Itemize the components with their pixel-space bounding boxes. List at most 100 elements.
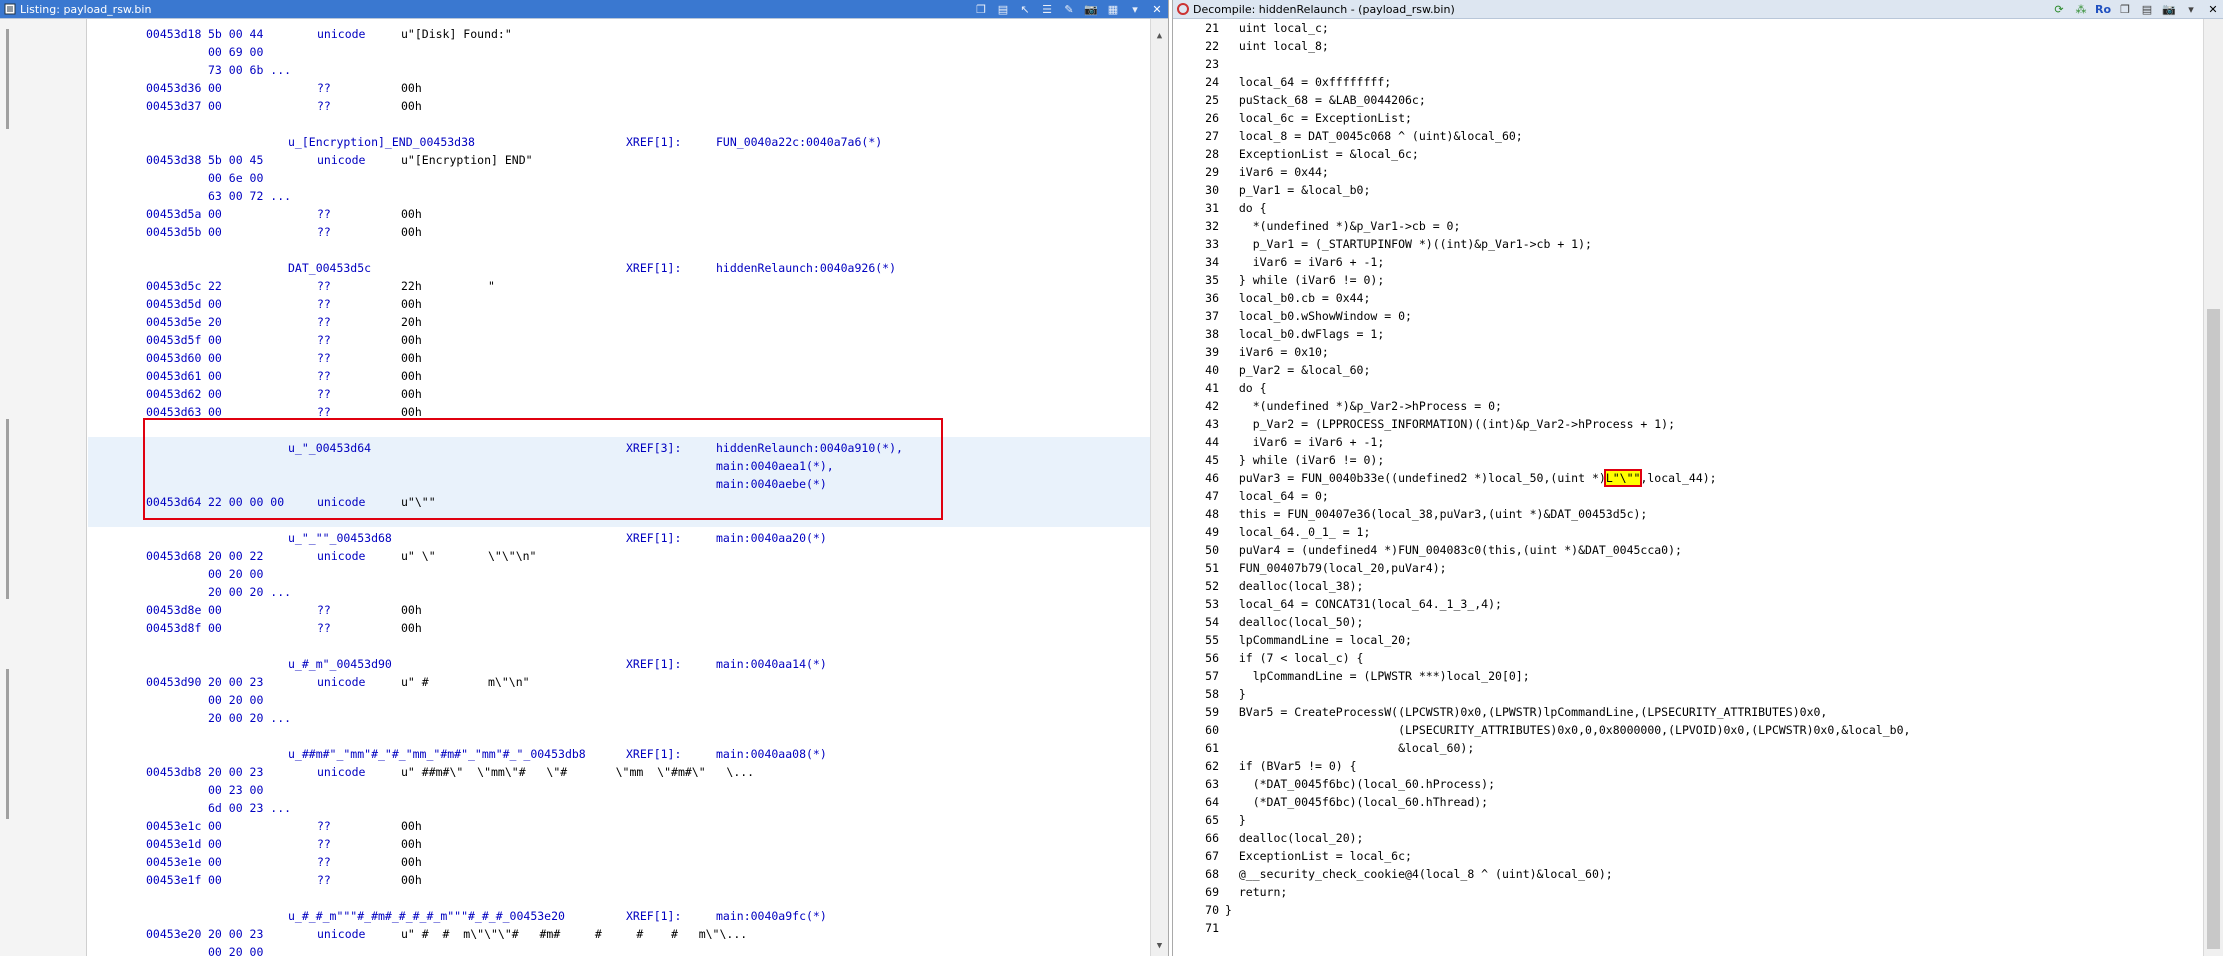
graph-icon[interactable]: ⁂ [2073, 2, 2089, 16]
code-line[interactable]: 71 [1197, 919, 2202, 937]
listing-row[interactable]: 00453d8f 00?? 00h [88, 619, 1150, 637]
listing-row[interactable]: 00453d37 00?? 00h [88, 97, 1150, 115]
scroll-down-icon[interactable]: ▼ [1151, 939, 1168, 953]
code-line[interactable]: 48 this = FUN_00407e36(local_38,puVar3,(… [1197, 505, 2202, 523]
code-line[interactable]: 58 } [1197, 685, 2202, 703]
listing-row[interactable]: 00453d5c 22?? 22h " [88, 277, 1150, 295]
code-line[interactable]: 52 dealloc(local_38); [1197, 577, 2202, 595]
scroll-up-icon[interactable]: ▲ [1151, 29, 1168, 43]
code-line[interactable]: 40 p_Var2 = &local_60; [1197, 361, 2202, 379]
listing-label-row[interactable]: DAT_00453d5c XREF[1]: hiddenRelaunch:0040a… [88, 259, 1150, 277]
listing-row[interactable]: 00453d5b 00?? 00h [88, 223, 1150, 241]
listing-row[interactable]: 00453d90 20 00 23 unicode u" # m\"\n" [88, 673, 1150, 691]
cursor-icon[interactable]: ↖ [1017, 2, 1033, 16]
code-line[interactable]: 32 *(undefined *)&p_Var1->cb = 0; [1197, 217, 2202, 235]
listing-row[interactable]: 00453d62 00?? 00h [88, 385, 1150, 403]
listing-row[interactable]: 00453e20 20 00 23 unicode u" # # m\"\"\"# #… [88, 925, 1150, 943]
code-line[interactable]: 68 @__security_check_cookie@4(local_8 ^ … [1197, 865, 2202, 883]
listing-row[interactable]: 00453e1e 00?? 00h [88, 853, 1150, 871]
refresh-icon[interactable]: ⟳ [2051, 2, 2067, 16]
listing-row[interactable]: 00 69 00 [88, 43, 1150, 61]
listing-scrollbar[interactable]: ▲ ▼ [1150, 19, 1168, 956]
copy-icon[interactable]: ❐ [973, 2, 989, 16]
code-line[interactable]: 43 p_Var2 = (LPPROCESS_INFORMATION)((int… [1197, 415, 2202, 433]
listing-label-row[interactable]: u_#_#_m"""#_#m#_#_#_#_m"""#_#_#_00453e20… [88, 907, 1150, 925]
listing-row[interactable]: 00 20 00 [88, 691, 1150, 709]
code-line[interactable]: 38 local_b0.dwFlags = 1; [1197, 325, 2202, 343]
listing-row[interactable]: 00 20 00 [88, 943, 1150, 956]
listing-row[interactable]: 00453e1c 00?? 00h [88, 817, 1150, 835]
listing-row[interactable]: 00453d61 00?? 00h [88, 367, 1150, 385]
code-line[interactable]: 24 local_64 = 0xffffffff; [1197, 73, 2202, 91]
code-line[interactable]: 31 do { [1197, 199, 2202, 217]
code-line[interactable]: 66 dealloc(local_20); [1197, 829, 2202, 847]
code-line[interactable]: 29 iVar6 = 0x44; [1197, 163, 2202, 181]
code-line[interactable]: 46 puVar3 = FUN_0040b33e((undefined2 *)l… [1197, 469, 2202, 487]
listing-row[interactable]: 00453d5f 00?? 00h [88, 331, 1150, 349]
code-line[interactable]: 33 p_Var1 = (_STARTUPINFOW *)((int)&p_Va… [1197, 235, 2202, 253]
listing-row[interactable] [88, 889, 1150, 907]
code-line[interactable]: 22 uint local_8; [1197, 37, 2202, 55]
listing-row[interactable] [88, 637, 1150, 655]
code-line[interactable]: 37 local_b0.wShowWindow = 0; [1197, 307, 2202, 325]
listing-row[interactable]: 00453d5e 20?? 20h [88, 313, 1150, 331]
listing-margin[interactable] [0, 19, 87, 956]
code-line[interactable]: 60 (LPSECURITY_ATTRIBUTES)0x0,0,0x800000… [1197, 721, 2202, 739]
code-line[interactable]: 25 puStack_68 = &LAB_0044206c; [1197, 91, 2202, 109]
listing-row[interactable]: 00453e1d 00?? 00h [88, 835, 1150, 853]
code-line[interactable]: 67 ExceptionList = local_6c; [1197, 847, 2202, 865]
code-line[interactable]: 62 if (BVar5 != 0) { [1197, 757, 2202, 775]
code-line[interactable]: 59 BVar5 = CreateProcessW((LPCWSTR)0x0,(… [1197, 703, 2202, 721]
listing-row[interactable]: 00453d36 00?? 00h [88, 79, 1150, 97]
listing-label-row[interactable]: u_"_""_00453d68 XREF[1]: main:0040aa20(*) [88, 529, 1150, 547]
code-line[interactable]: 56 if (7 < local_c) { [1197, 649, 2202, 667]
code-line[interactable]: 55 lpCommandLine = local_20; [1197, 631, 2202, 649]
decompile-pane[interactable]: Decompile: hiddenRelaunch - (payload_rsw… [1172, 0, 2223, 956]
listing-row[interactable]: 00453d60 00?? 00h [88, 349, 1150, 367]
listing-row[interactable]: 63 00 72 ... [88, 187, 1150, 205]
decompile-scrollbar[interactable] [2203, 19, 2223, 956]
code-line[interactable]: 39 iVar6 = 0x10; [1197, 343, 2202, 361]
listing-row[interactable]: 00453d68 20 00 22 unicode u" \" \"\"\n" [88, 547, 1150, 565]
listing-row[interactable]: 73 00 6b ... [88, 61, 1150, 79]
listing-label-row[interactable]: u_##m#"_"mm"#_"#_"mm_"#m#"_"mm"#_"_00453… [88, 745, 1150, 763]
close-decompile-icon[interactable]: ✕ [2205, 2, 2221, 16]
listing-row[interactable]: 20 00 20 ... [88, 583, 1150, 601]
code-line[interactable]: 21 uint local_c; [1197, 19, 2202, 37]
listing-row[interactable]: 00 23 00 [88, 781, 1150, 799]
code-line[interactable]: 26 local_6c = ExceptionList; [1197, 109, 2202, 127]
menu-chevron-icon[interactable]: ▾ [1127, 2, 1143, 16]
code-line[interactable]: 41 do { [1197, 379, 2202, 397]
code-line[interactable]: 28 ExceptionList = &local_6c; [1197, 145, 2202, 163]
code-line[interactable]: 64 (*DAT_0045f6bc)(local_60.hThread); [1197, 793, 2202, 811]
listing-row[interactable]: 00453d5d 00?? 00h [88, 295, 1150, 313]
listing-row[interactable]: 00453db8 20 00 23 unicode u" ##m#\" \"mm\"#… [88, 763, 1150, 781]
code-line[interactable]: 70} [1197, 901, 2202, 919]
listing-row[interactable]: 00 6e 00 [88, 169, 1150, 187]
code-line[interactable]: 57 lpCommandLine = (LPWSTR ***)local_20[… [1197, 667, 2202, 685]
code-line[interactable]: 69 return; [1197, 883, 2202, 901]
edit-fields-icon[interactable]: ✎ [1061, 2, 1077, 16]
code-line[interactable]: 44 iVar6 = iVar6 + -1; [1197, 433, 2202, 451]
code-line[interactable]: 34 iVar6 = iVar6 + -1; [1197, 253, 2202, 271]
code-line[interactable]: 45 } while (iVar6 != 0); [1197, 451, 2202, 469]
snapshot-icon[interactable]: 📷 [2161, 2, 2177, 16]
code-line[interactable]: 53 local_64 = CONCAT31(local_64._1_3_,4)… [1197, 595, 2202, 613]
paste-icon[interactable]: ▤ [995, 2, 1011, 16]
code-line[interactable]: 42 *(undefined *)&p_Var2->hProcess = 0; [1197, 397, 2202, 415]
highlighted-string[interactable]: L"\"" [1603, 469, 1643, 487]
code-line[interactable]: 30 p_Var1 = &local_b0; [1197, 181, 2202, 199]
listing-row[interactable]: 00453e1f 00?? 00h [88, 871, 1150, 889]
listing-row[interactable]: 6d 00 23 ... [88, 799, 1150, 817]
listing-row[interactable]: 00453d8e 00?? 00h [88, 601, 1150, 619]
listing-pane[interactable]: Listing: payload_rsw.bin ❐ ▤ ↖ ☰ ✎ 📷 ▦ ▾… [0, 0, 1169, 956]
listing-label-row[interactable]: u_#_m"_00453d90 XREF[1]: main:0040aa14(*) [88, 655, 1150, 673]
close-listing-icon[interactable]: ✕ [1149, 2, 1165, 16]
code-line[interactable]: 35 } while (iVar6 != 0); [1197, 271, 2202, 289]
code-line[interactable]: 65 } [1197, 811, 2202, 829]
export-icon[interactable]: ▤ [2139, 2, 2155, 16]
code-line[interactable]: 51 FUN_00407b79(local_20,puVar4); [1197, 559, 2202, 577]
listing-row[interactable]: 00453d38 5b 00 45 unicode u"[Encryption] EN… [88, 151, 1150, 169]
copy-icon[interactable]: ❐ [2117, 2, 2133, 16]
listing-row[interactable]: 00453d5a 00?? 00h [88, 205, 1150, 223]
